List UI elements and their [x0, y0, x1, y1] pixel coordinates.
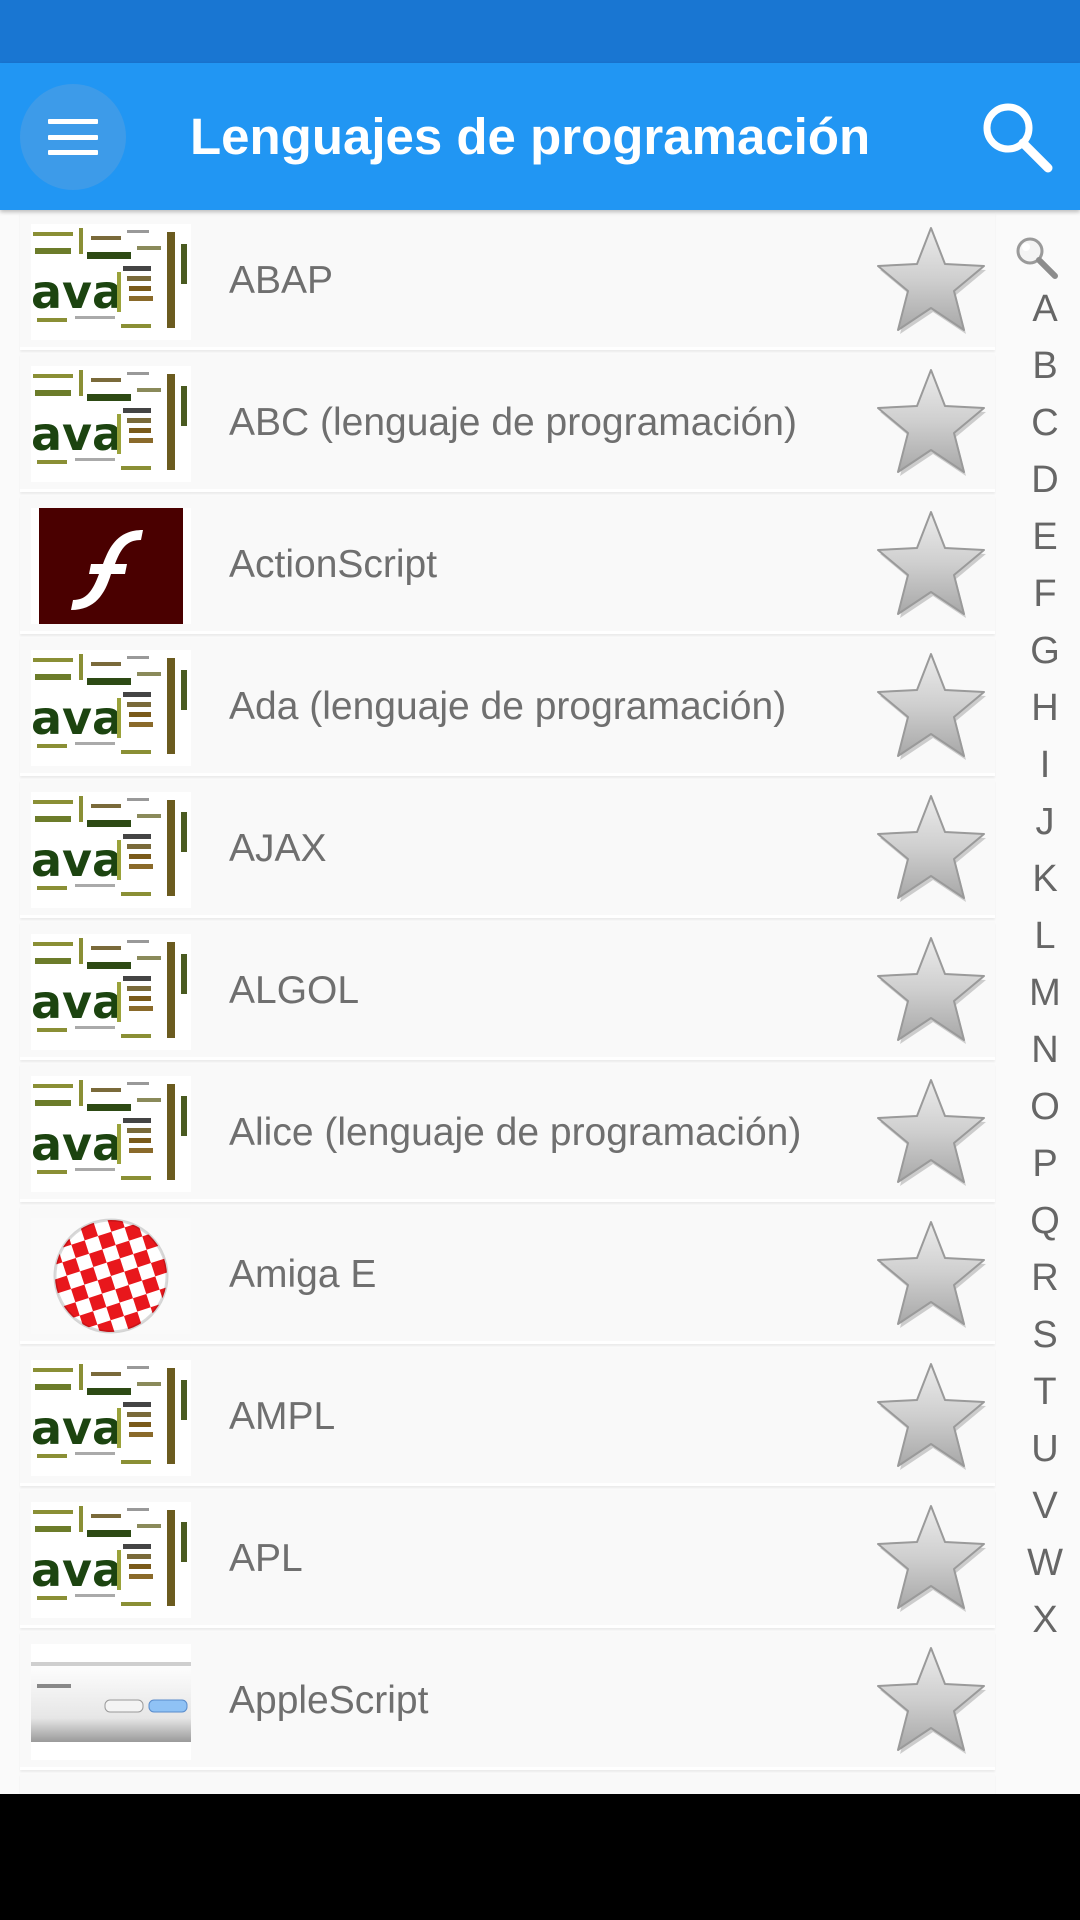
- language-list: ava ABAP ava ABC (lenguaje de programación)…: [0, 210, 1080, 1794]
- star-icon[interactable]: [870, 1500, 992, 1618]
- index-letter[interactable]: F: [1010, 573, 1080, 616]
- language-thumbnail: [31, 1218, 191, 1334]
- star-icon[interactable]: [870, 648, 992, 766]
- navigation-bar-area: [0, 1794, 1080, 1920]
- list-item[interactable]: ava Ada (lenguaje de programación): [20, 638, 995, 776]
- language-thumbnail: ava: [31, 934, 191, 1050]
- index-letter[interactable]: W: [1010, 1542, 1080, 1585]
- star-icon[interactable]: [870, 932, 992, 1050]
- list-item[interactable]: ava AJAX: [20, 780, 995, 918]
- language-thumbnail: ava: [31, 224, 191, 340]
- language-thumbnail: [31, 508, 191, 624]
- magnifier-icon[interactable]: [1013, 234, 1059, 280]
- search-button[interactable]: [978, 98, 1058, 178]
- star-icon[interactable]: [870, 1642, 992, 1760]
- language-thumbnail: ava: [31, 1502, 191, 1618]
- index-letter[interactable]: A: [1010, 288, 1080, 331]
- index-letter[interactable]: R: [1010, 1257, 1080, 1300]
- list-item[interactable]: ava APL: [20, 1490, 995, 1628]
- index-letter[interactable]: E: [1010, 516, 1080, 559]
- star-icon[interactable]: [870, 364, 992, 482]
- index-letter[interactable]: S: [1010, 1314, 1080, 1357]
- list-item[interactable]: ava Alice (lenguaje de programación): [20, 1064, 995, 1202]
- language-name: ActionScript: [229, 543, 438, 586]
- language-name: AJAX: [229, 827, 327, 870]
- index-letter[interactable]: V: [1010, 1485, 1080, 1528]
- language-name: Amiga E: [229, 1253, 377, 1296]
- index-letter[interactable]: T: [1010, 1371, 1080, 1414]
- svg-text:ava: ava: [31, 1401, 123, 1455]
- star-icon[interactable]: [870, 1074, 992, 1192]
- svg-text:ava: ava: [31, 265, 123, 319]
- index-letter[interactable]: B: [1010, 345, 1080, 388]
- index-letter[interactable]: M: [1010, 972, 1080, 1015]
- language-name: APL: [229, 1537, 303, 1580]
- svg-text:ava: ava: [31, 833, 123, 887]
- language-thumbnail: ava: [31, 1076, 191, 1192]
- index-letter[interactable]: G: [1010, 630, 1080, 673]
- index-letter[interactable]: C: [1010, 402, 1080, 445]
- star-icon[interactable]: [870, 222, 992, 340]
- list-item[interactable]: ava ALGOL: [20, 922, 995, 1060]
- index-letter[interactable]: J: [1010, 801, 1080, 844]
- language-name: AMPL: [229, 1395, 336, 1438]
- language-name: ALGOL: [229, 969, 360, 1012]
- list-item[interactable]: ava ABAP: [20, 212, 995, 350]
- svg-text:ava: ava: [31, 407, 123, 461]
- language-thumbnail: [31, 1644, 191, 1760]
- index-letter[interactable]: X: [1010, 1599, 1080, 1642]
- index-letter[interactable]: L: [1010, 915, 1080, 958]
- index-letter[interactable]: N: [1010, 1029, 1080, 1072]
- index-letter[interactable]: Q: [1010, 1200, 1080, 1243]
- list-item[interactable]: ava AMPL: [20, 1348, 995, 1486]
- language-name: Ada (lenguaje de programación): [229, 685, 787, 728]
- svg-text:ava: ava: [31, 691, 123, 745]
- language-name: ABAP: [229, 259, 334, 302]
- list-item-partial[interactable]: [20, 1774, 995, 1794]
- hamburger-menu-icon: [48, 119, 98, 155]
- index-letter[interactable]: U: [1010, 1428, 1080, 1471]
- index-letter[interactable]: D: [1010, 459, 1080, 502]
- language-thumbnail: ava: [31, 366, 191, 482]
- star-icon[interactable]: [870, 1216, 992, 1334]
- list-item[interactable]: ActionScript: [20, 496, 995, 634]
- list-item[interactable]: Amiga E: [20, 1206, 995, 1344]
- status-bar: [0, 0, 1080, 63]
- search-icon: [983, 103, 1053, 173]
- star-icon[interactable]: [870, 1358, 992, 1476]
- language-name: ABC (lenguaje de programación): [229, 401, 797, 444]
- language-name: Alice (lenguaje de programación): [229, 1111, 802, 1154]
- star-icon[interactable]: [870, 506, 992, 624]
- index-letter[interactable]: H: [1010, 687, 1080, 730]
- list-item[interactable]: AppleScript: [20, 1632, 995, 1770]
- app-title: Lenguajes de programación: [190, 108, 871, 165]
- index-letter[interactable]: I: [1010, 744, 1080, 787]
- svg-text:ava: ava: [31, 1543, 123, 1597]
- index-letter[interactable]: K: [1010, 858, 1080, 901]
- language-name: AppleScript: [229, 1679, 429, 1722]
- index-letter[interactable]: O: [1010, 1086, 1080, 1129]
- star-icon[interactable]: [870, 790, 992, 908]
- menu-button[interactable]: [20, 84, 126, 190]
- language-thumbnail: ava: [31, 792, 191, 908]
- svg-text:ava: ava: [31, 975, 123, 1029]
- list-item[interactable]: ava ABC (lenguaje de programación): [20, 354, 995, 492]
- language-thumbnail: ava: [31, 1360, 191, 1476]
- app-bar: Lenguajes de programación: [0, 63, 1080, 210]
- svg-text:ava: ava: [31, 1117, 123, 1171]
- language-thumbnail: ava: [31, 650, 191, 766]
- index-letter[interactable]: P: [1010, 1143, 1080, 1186]
